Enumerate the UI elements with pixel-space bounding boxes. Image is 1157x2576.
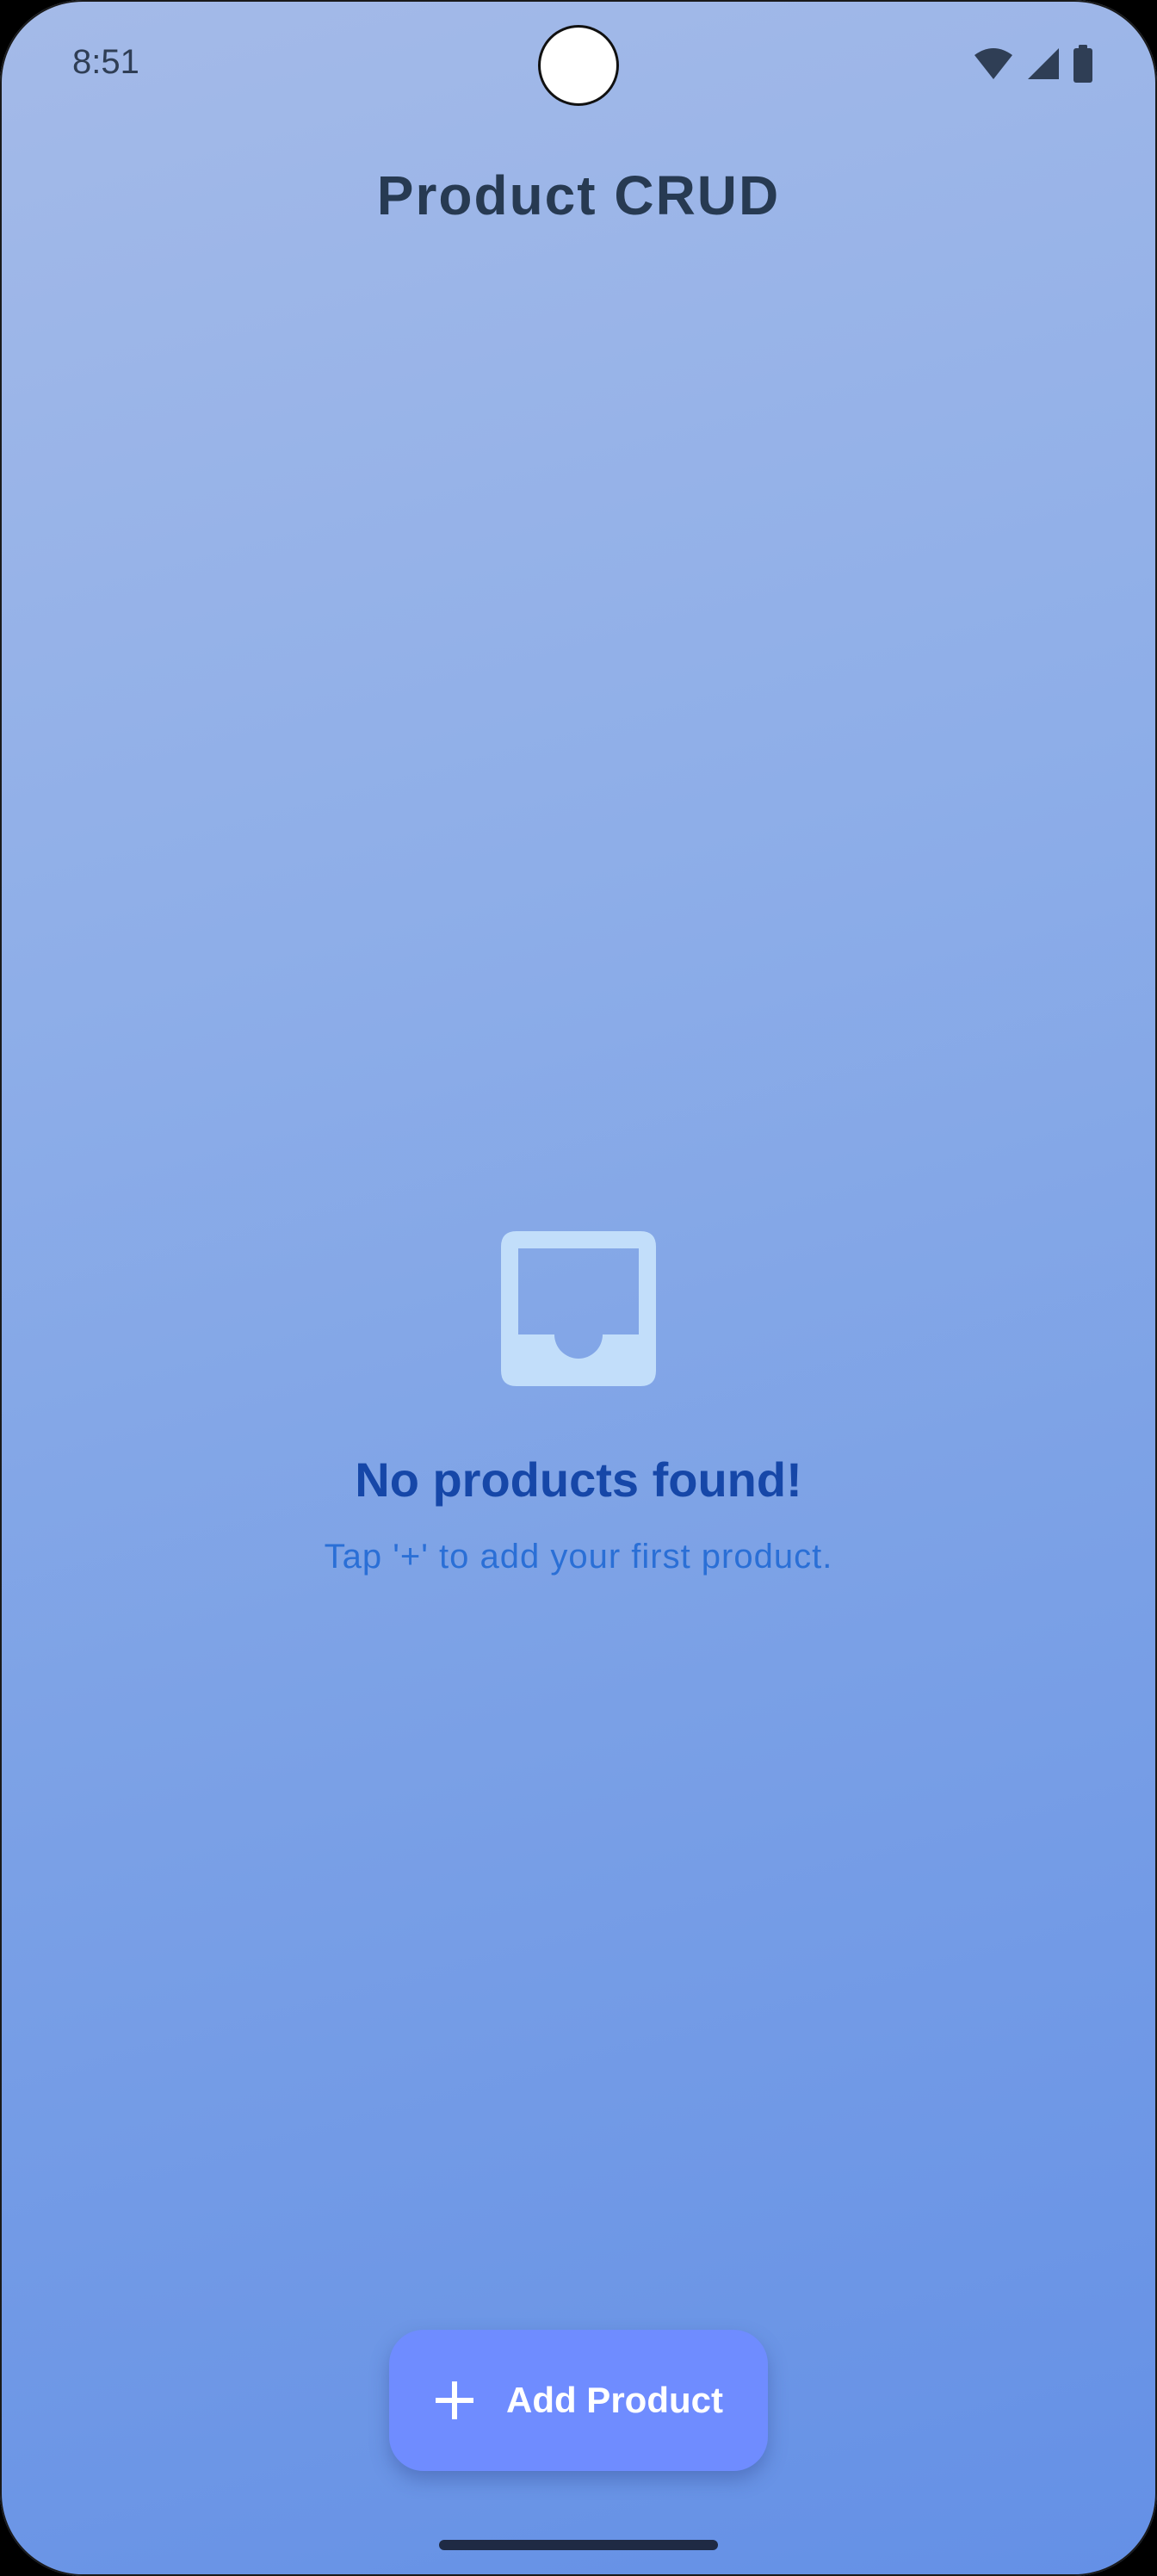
- add-product-button-label: Add Product: [506, 2380, 723, 2420]
- battery-icon: [1073, 45, 1093, 83]
- inbox-tray-icon: [501, 1231, 656, 1386]
- add-product-button[interactable]: Add Product: [389, 2330, 768, 2471]
- page-title: Product CRUD: [376, 164, 781, 226]
- status-bar-icons: [973, 45, 1093, 83]
- front-camera-cutout: [541, 28, 616, 103]
- status-bar-time: 8:51: [72, 43, 139, 81]
- empty-state-subtitle: Tap '+' to add your first product.: [324, 1538, 833, 1576]
- empty-state-title: No products found!: [355, 1452, 802, 1507]
- phone-screen: 8:51 Product CRUD No products found! Tap…: [0, 0, 1157, 2576]
- cellular-signal-icon: [1026, 46, 1061, 81]
- home-gesture-bar[interactable]: [439, 2540, 718, 2550]
- plus-icon: [434, 2380, 475, 2421]
- wifi-icon: [973, 46, 1014, 81]
